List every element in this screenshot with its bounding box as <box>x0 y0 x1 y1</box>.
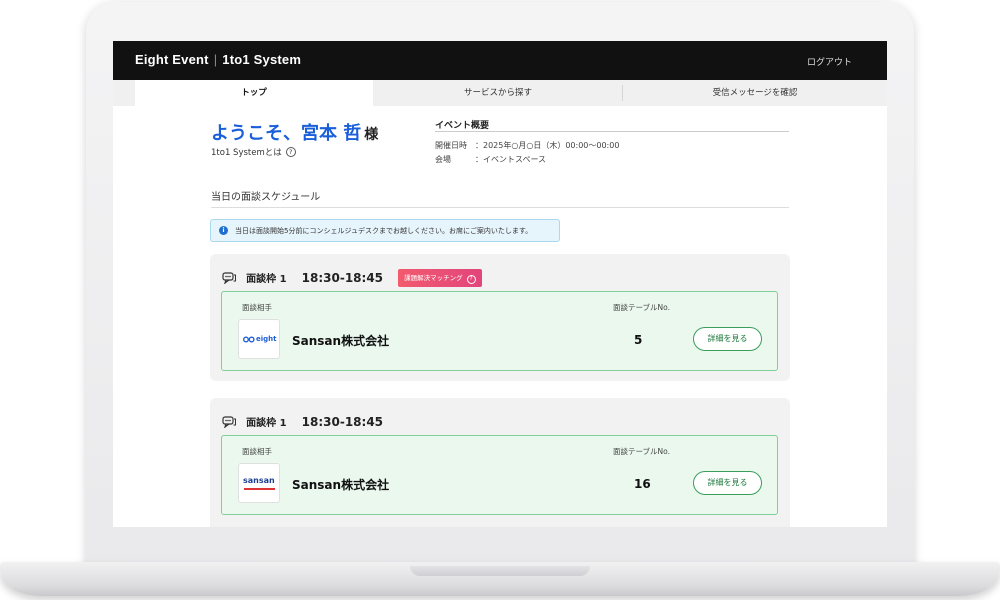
event-title: イベント概要 <box>435 121 490 131</box>
table-label: 面談テーブルNo. <box>613 447 671 456</box>
schedule-slot: 面談枠 1 18:30-18:45 課題解決マッチング? 面談相手 面談テーブル… <box>210 254 790 381</box>
view-details-button[interactable]: 詳細を見る <box>693 327 762 351</box>
company-name: Sansan株式会社 <box>292 478 390 492</box>
tab-bar: トップ サービスから探す 受信メッセージを確認 <box>113 80 887 106</box>
table-label: 面談テーブルNo. <box>613 303 671 312</box>
welcome-honorific: 様 <box>364 127 379 143</box>
sansan-logo-bar <box>244 488 275 490</box>
event-venue-label: 会場 <box>435 155 451 164</box>
slot-header: 面談枠 1 18:30-18:45 <box>222 411 384 429</box>
tab-top[interactable]: トップ <box>135 80 373 106</box>
slot-time: 18:30-18:45 <box>301 414 384 429</box>
help-icon: ? <box>466 274 476 284</box>
slot-time: 18:30-18:45 <box>301 270 384 285</box>
logout-link[interactable]: ログアウト <box>807 55 852 68</box>
view-details-button[interactable]: 詳細を見る <box>693 471 762 495</box>
partner-label: 面談相手 <box>242 303 272 312</box>
table-number: 16 <box>634 477 651 491</box>
company-logo: sansan <box>238 463 280 503</box>
about-link-text: 1to1 Systemとは <box>211 148 282 158</box>
event-venue: 会場 ：イベントスペース <box>435 154 546 165</box>
sansan-logo-text: sansan <box>243 476 275 485</box>
schedule-slot: 面談枠 1 18:30-18:45 面談相手 面談テーブルNo. sansan … <box>210 398 790 527</box>
brand-main: Eight Event <box>135 52 209 67</box>
chat-bubbles-icon <box>222 415 236 428</box>
matching-badge-text: 課題解決マッチング <box>404 273 463 282</box>
notice-text: 当日は面談開始5分前にコンシェルジュデスクまでお越しください。お席にご案内いたし… <box>235 227 533 235</box>
schedule-title: 当日の面談スケジュール <box>211 192 321 203</box>
notice-banner: i 当日は面談開始5分前にコンシェルジュデスクまでお越しください。お席にご案内い… <box>210 219 560 242</box>
tab-messages[interactable]: 受信メッセージを確認 <box>623 80 887 106</box>
meeting-card: 面談相手 面談テーブルNo. eight Sansan株式会社 5 詳細を見る <box>221 291 778 371</box>
brand-separator: | <box>213 52 218 67</box>
event-date-value: ：2025年○月○日（木）00:00～00:00 <box>475 141 620 150</box>
tab-search-services[interactable]: サービスから探す <box>375 80 621 106</box>
meeting-card: 面談相手 面談テーブルNo. sansan Sansan株式会社 16 詳細を見… <box>221 435 778 515</box>
chat-bubbles-icon <box>222 271 236 284</box>
brand-sub: 1to1 System <box>222 52 302 67</box>
about-link[interactable]: 1to1 Systemとは? <box>211 146 296 158</box>
slot-label: 面談枠 1 <box>246 274 287 285</box>
info-icon: i <box>219 226 228 235</box>
event-date-label: 開催日時 <box>435 141 467 150</box>
company-logo: eight <box>238 319 280 359</box>
welcome-heading: ようこそ、宮本 哲様 <box>211 119 378 145</box>
welcome-greeting: ようこそ、宮本 哲 <box>211 123 362 144</box>
help-icon: ? <box>285 147 296 157</box>
event-date: 開催日時 ：2025年○月○日（木）00:00～00:00 <box>435 140 619 151</box>
table-number: 5 <box>634 333 643 347</box>
company-name: Sansan株式会社 <box>292 334 390 348</box>
slot-header: 面談枠 1 18:30-18:45 課題解決マッチング? <box>222 267 482 287</box>
eight-logo-text: eight <box>256 335 277 343</box>
event-divider <box>435 131 789 132</box>
brand: Eight Event | 1to1 System <box>135 52 301 67</box>
slot-label: 面談枠 1 <box>246 418 287 429</box>
matching-badge[interactable]: 課題解決マッチング? <box>398 268 482 287</box>
app-screen: Eight Event | 1to1 System ログアウト トップ サービスから… <box>113 41 887 527</box>
schedule-divider <box>211 207 789 208</box>
top-bar: Eight Event | 1to1 System ログアウト <box>113 41 887 80</box>
event-venue-value: ：イベントスペース <box>475 155 547 164</box>
partner-label: 面談相手 <box>242 447 272 456</box>
laptop-notch <box>410 566 590 576</box>
eight-logo-icon <box>243 336 255 343</box>
